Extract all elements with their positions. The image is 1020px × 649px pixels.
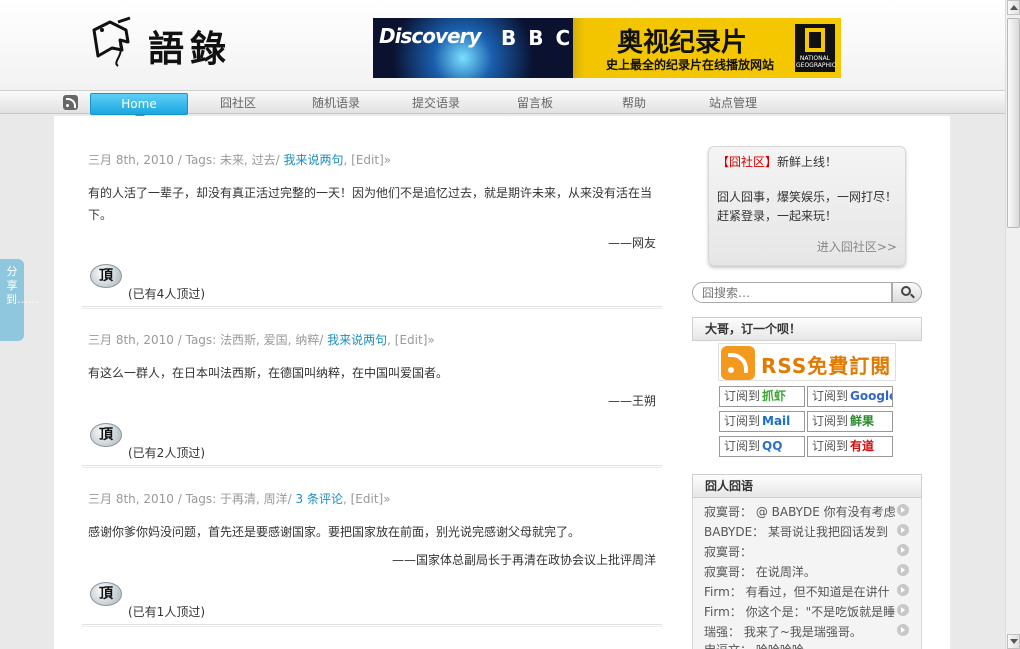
post-date-tags[interactable]: 三月 8th, 2010 / Tags: 未来, 过去/ <box>88 153 284 167</box>
comment-link[interactable]: 3 条评论 <box>296 492 343 506</box>
banner-title: 奥视纪录片 <box>617 28 748 58</box>
scroll-up-icon[interactable] <box>1007 0 1020 15</box>
post-date-tags[interactable]: 三月 8th, 2010 / Tags: 于再清, 周洋/ <box>88 492 296 506</box>
edit-link[interactable]: , [Edit]» <box>344 153 392 167</box>
banner-discovery-text: Discovery <box>379 24 481 48</box>
ding-button[interactable]: 頂 <box>90 264 124 292</box>
edit-link[interactable]: , [Edit]» <box>343 492 391 506</box>
site-header: 語錄 Discovery BBC 奥视纪录片 史上最全的纪录片在线播放网站 NA… <box>0 0 1005 90</box>
share-tab[interactable]: 分享到…… <box>0 259 39 341</box>
post-body: 有的人活了一辈子，却没有真正活过完整的一天！因为他们不是追忆过去，就是期许未来，… <box>88 186 653 222</box>
message-item[interactable]: 寂寞哥： @ BABYDE 你有没有考虑 <box>704 503 910 520</box>
post-meta: 三月 8th, 2010 / Tags: 未来, 过去/ 我来说两句, [Edi… <box>82 151 662 168</box>
chevron-right-icon[interactable] <box>897 524 909 536</box>
national-geographic-logo: NATIONAL GEOGRAPHIC <box>795 24 836 72</box>
banner-bbc-text: BBC <box>501 26 583 50</box>
search-input[interactable] <box>692 282 892 303</box>
enter-community-link[interactable]: 进入囧社区>> <box>817 238 897 255</box>
message-item[interactable]: BABYDE： 某哥说让我把囧话发到 <box>704 523 910 540</box>
ding-count: (已有1人顶过) <box>128 605 205 619</box>
chevron-right-icon[interactable] <box>897 624 909 636</box>
rss-feed-icon <box>721 346 755 380</box>
post-author: ——网友 <box>607 236 656 250</box>
post-3: 三月 8th, 2010 / Tags: 于再清, 周洋/ 3 条评论, [Ed… <box>82 490 662 568</box>
vertical-scrollbar[interactable] <box>1005 0 1020 649</box>
ding-button[interactable]: 頂 <box>90 582 124 610</box>
chevron-right-icon[interactable] <box>897 604 909 616</box>
comment-link[interactable]: 我来说两句 <box>327 333 387 347</box>
post-2: 三月 8th, 2010 / Tags: 法西斯, 爱国, 纳粹/ 我来说两句,… <box>82 331 662 409</box>
post-author: ——王朔 <box>607 394 656 408</box>
post-1: 三月 8th, 2010 / Tags: 未来, 过去/ 我来说两句, [Edi… <box>82 151 662 251</box>
nav-item-help[interactable]: 帮助 <box>606 93 662 115</box>
community-description: 囧人囧事，爆笑娱乐，一网打尽！ 赶紧登录，一起来玩！ <box>717 190 898 223</box>
nav-item-community[interactable]: 囧社区 <box>200 93 276 115</box>
post-date-tags[interactable]: 三月 8th, 2010 / Tags: 法西斯, 爱国, 纳粹/ <box>88 333 327 347</box>
message-item[interactable]: Firm： 有看过，但不知道是在讲什 <box>704 583 910 600</box>
site-logo[interactable]: 語錄 <box>90 16 250 72</box>
subscribe-youdao-button[interactable]: 订阅到 有道 <box>807 436 893 457</box>
chevron-right-icon[interactable] <box>897 584 909 596</box>
edit-link[interactable]: , [Edit]» <box>387 333 435 347</box>
message-item[interactable]: 瑞强： 我来了~我是瑞强哥。 <box>704 623 910 640</box>
chevron-right-icon[interactable] <box>897 564 909 576</box>
subscribe-google-button[interactable]: 订阅到 Google <box>807 386 893 407</box>
community-promo-box: 【囧社区】新鲜上线！ 囧人囧事，爆笑娱乐，一网打尽！ 赶紧登录，一起来玩！ 进入… <box>708 146 906 266</box>
nav-item-home[interactable]: Home <box>90 93 188 120</box>
subscribe-heading: 大哥，订一个呗！ <box>692 317 922 341</box>
subscribe-zhuaxia-button[interactable]: 订阅到 抓虾 <box>719 386 805 407</box>
post-meta: 三月 8th, 2010 / Tags: 法西斯, 爱国, 纳粹/ 我来说两句,… <box>82 331 662 348</box>
rss-subscribe-banner[interactable]: RSS免費訂閱 <box>718 343 896 381</box>
nav-item-message-board[interactable]: 留言板 <box>500 93 570 115</box>
logo-text: 語錄 <box>148 28 233 70</box>
message-item[interactable]: 申逗文： 哈哈哈哈 <box>704 641 910 649</box>
subscribe-mail-button[interactable]: 订阅到 Mail <box>719 411 805 432</box>
post-divider <box>82 465 662 468</box>
ding-count: (已有2人顶过) <box>128 446 205 460</box>
search-button[interactable] <box>892 282 922 303</box>
share-tab-label: 分享到…… <box>6 265 39 306</box>
rss-icon[interactable] <box>63 95 78 110</box>
message-item[interactable]: Firm： 你这个是："不是吃饭就是睡 <box>704 603 910 620</box>
ding-bubble-icon: 頂 <box>90 582 122 606</box>
nav-item-submit-quote[interactable]: 提交语录 <box>398 93 474 115</box>
main-nav: Home 囧社区 随机语录 提交语录 留言板 帮助 站点管理 <box>0 90 1005 120</box>
nav-item-site-admin[interactable]: 站点管理 <box>698 93 768 115</box>
community-bracket-link[interactable]: 【囧社区】 <box>717 155 777 169</box>
post-divider <box>82 624 662 627</box>
rss-subscribe-text: RSS免費訂閱 <box>761 354 892 378</box>
post-author: ——国家体总副局长于再清在政协会议上批评周洋 <box>391 553 656 567</box>
ding-count: (已有4人顶过) <box>128 287 205 301</box>
banner-subtitle: 史上最全的纪录片在线播放网站 <box>605 58 774 72</box>
post-divider <box>82 306 662 309</box>
ding-button[interactable]: 頂 <box>90 423 124 451</box>
banner-ad[interactable]: Discovery BBC 奥视纪录片 史上最全的纪录片在线播放网站 NATIO… <box>373 18 841 78</box>
post-body: 有这么一群人，在日本叫法西斯，在德国叫纳粹，在中国叫爱国者。 <box>88 366 449 380</box>
messages-heading: 囧人囧语 <box>692 474 922 498</box>
chevron-right-icon[interactable] <box>897 504 909 516</box>
ding-bubble-icon: 頂 <box>90 264 122 288</box>
subscribe-qq-button[interactable]: 订阅到 QQ <box>719 436 805 457</box>
scrollbar-thumb[interactable] <box>1007 18 1020 228</box>
logo-mascot-icon <box>92 16 131 67</box>
post-meta: 三月 8th, 2010 / Tags: 于再清, 周洋/ 3 条评论, [Ed… <box>82 490 662 507</box>
message-item[interactable]: 寂寞哥： <box>704 543 910 560</box>
scroll-down-icon[interactable] <box>1007 634 1020 649</box>
post-body: 感谢你爹你妈没问题，首先还是要感谢国家。要把国家放在前面，别光说完感谢父母就完了… <box>88 525 581 539</box>
message-item[interactable]: 寂寞哥： 在说周洋。 <box>704 563 910 580</box>
ding-bubble-icon: 頂 <box>90 423 122 447</box>
comment-link[interactable]: 我来说两句 <box>284 153 344 167</box>
subscribe-xianguo-button[interactable]: 订阅到 鲜果 <box>807 411 893 432</box>
chevron-right-icon[interactable] <box>897 544 909 556</box>
nav-item-random-quotes[interactable]: 随机语录 <box>298 93 374 115</box>
community-headline: 【囧社区】新鲜上线！ <box>717 155 838 169</box>
